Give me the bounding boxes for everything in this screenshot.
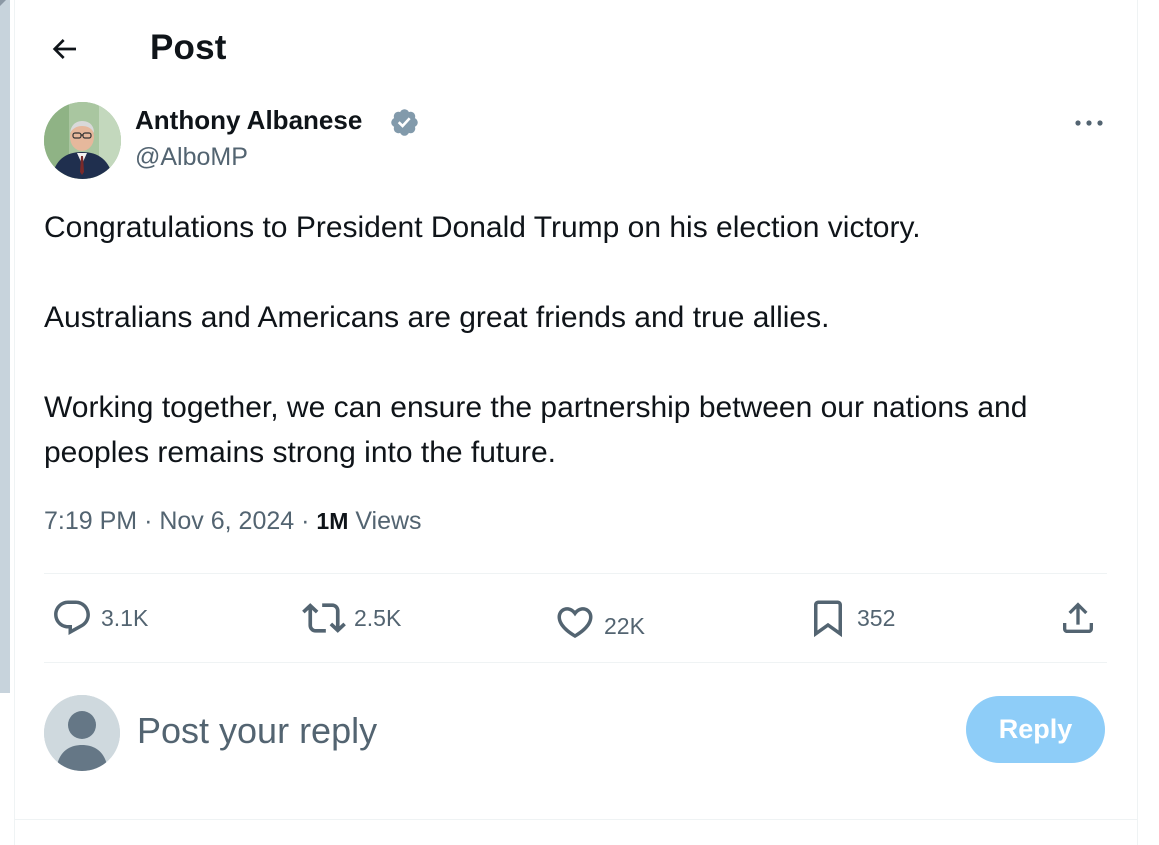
share-upload-icon [1063,602,1093,633]
author-handle[interactable]: @AlboMP [135,143,248,172]
divider [15,819,1137,820]
page-title: Post [150,28,227,67]
reply-button[interactable]: Reply [966,696,1105,763]
meta-separator: · [301,507,310,535]
post-column: Post Anthony Albanese @AlboMP Congratula… [14,0,1138,845]
views-label: Views [355,507,422,535]
verified-badge-icon [391,109,418,136]
post-meta: 7:19 PM · Nov 6, 2024 · 1M Views [44,507,422,536]
repost-count: 2.5K [354,604,402,631]
post-time[interactable]: 7:19 PM [44,507,137,535]
post-paragraph: Working together, we can ensure the part… [44,391,1028,469]
reply-count: 3.1K [101,604,149,631]
user-avatar-placeholder [44,695,120,771]
arrow-left-icon [52,39,76,59]
views-count[interactable]: 1M [316,508,348,534]
bookmark-count: 352 [857,604,896,631]
post-body: Congratulations to President Donald Trum… [44,205,1104,475]
reply-bubble-icon [54,600,90,635]
post-date[interactable]: Nov 6, 2024 [159,507,294,535]
back-button[interactable] [45,30,83,68]
post-paragraph: Australians and Americans are great frie… [44,301,830,334]
like-count: 22K [604,612,645,639]
more-dots-icon [1075,120,1103,126]
like-action-button[interactable]: 22K [554,600,645,644]
divider [44,662,1107,663]
author-name[interactable]: Anthony Albanese [135,105,362,136]
repost-icon [302,603,346,633]
scroll-up-arrow-icon[interactable] [0,0,6,6]
bookmark-icon [814,600,842,638]
repost-action-button[interactable]: 2.5K [302,596,401,640]
reply-action-button[interactable]: 3.1K [51,596,148,640]
author-avatar[interactable] [44,102,121,179]
page: Post Anthony Albanese @AlboMP Congratula… [0,0,1159,845]
post-paragraph: Congratulations to President Donald Trum… [44,211,921,244]
more-options-button[interactable] [1071,108,1107,138]
heart-icon [557,607,593,639]
default-user-icon [44,695,120,771]
share-action-button[interactable] [1058,596,1098,640]
author-photo [44,102,121,179]
meta-separator: · [144,507,153,535]
bookmark-action-button[interactable]: 352 [807,596,895,640]
page-header: Post [15,0,1137,98]
left-scrollbar[interactable] [0,0,10,693]
reply-input[interactable] [137,705,937,757]
divider [44,573,1107,574]
